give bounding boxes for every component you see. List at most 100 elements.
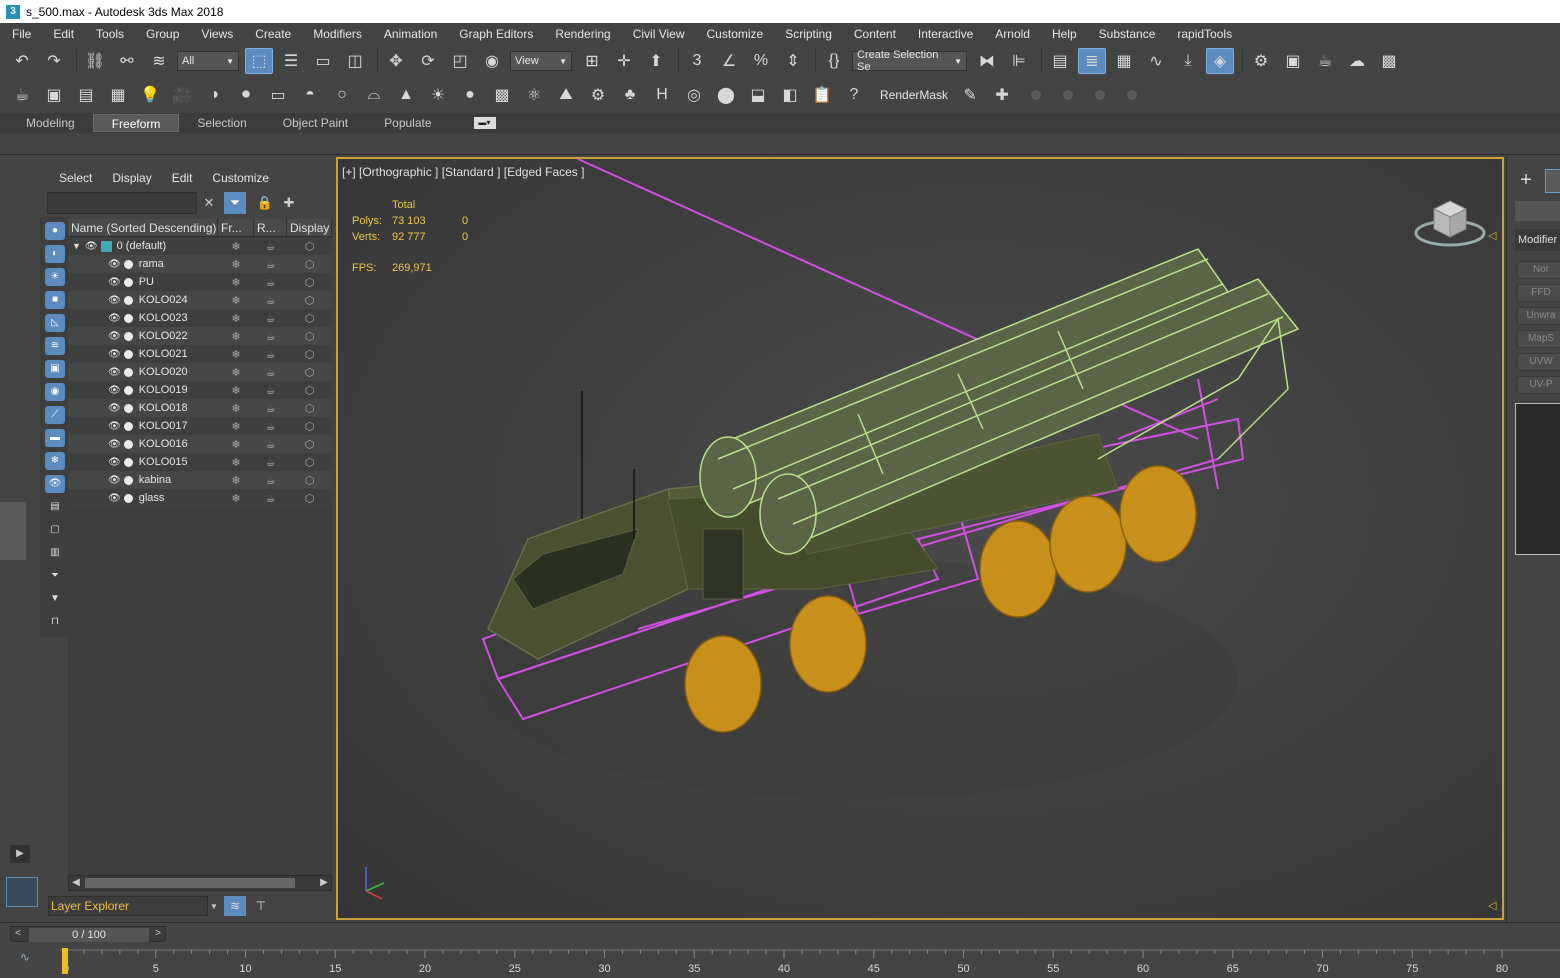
curve-editor-toggle-icon[interactable]: ∿ (20, 950, 30, 964)
eye-icon[interactable]: 👁 (108, 403, 121, 414)
previous-frame-icon[interactable]: < (11, 927, 25, 941)
display-box-icon[interactable]: ⬡ (287, 309, 332, 327)
film-icon[interactable]: ⏺ (232, 82, 260, 108)
display-box-icon[interactable]: ⬡ (287, 453, 332, 471)
shapes-filter-icon[interactable]: ◐ (45, 245, 65, 263)
hidden-filter-icon[interactable]: 👁 (45, 475, 65, 493)
render-teapot-icon[interactable]: ☕ (254, 399, 287, 417)
render-teapot-icon[interactable]: ☕ (254, 309, 287, 327)
tab-modeling[interactable]: Modeling (8, 114, 93, 132)
menu-graph-editors[interactable]: Graph Editors (448, 23, 544, 45)
filter-icon[interactable]: ⏷ (224, 192, 246, 214)
lights-filter-icon[interactable]: ☀ (45, 268, 65, 286)
camera-icon[interactable]: 🎥 (168, 82, 196, 108)
cone-icon[interactable]: ▲ (392, 82, 420, 108)
unlink-icon[interactable]: ⚯ (113, 48, 141, 74)
table-icon[interactable]: ▦ (104, 82, 132, 108)
eye-icon[interactable]: 👁 (85, 241, 98, 252)
rendered-frame-window-icon[interactable]: ▣ (1279, 48, 1307, 74)
display-box-icon[interactable]: ⬡ (287, 435, 332, 453)
object-row[interactable]: 👁 KOLO024 ❄ ☕ ⬡ (68, 291, 332, 309)
disc-icon[interactable]: ● (456, 82, 484, 108)
eye-icon[interactable]: 👁 (108, 457, 121, 468)
tab-object-paint[interactable]: Object Paint (265, 114, 366, 132)
cameras-filter-icon[interactable]: ■ (45, 291, 65, 309)
frozen-filter-icon[interactable]: ❄ (45, 452, 65, 470)
freeze-icon[interactable]: ❄ (218, 471, 254, 489)
placement-icon[interactable]: ◉ (478, 48, 506, 74)
freeze-icon[interactable]: ❄ (218, 237, 254, 255)
render-teapot-icon[interactable]: ☕ (254, 345, 287, 363)
xrefs-filter-icon[interactable]: ◉ (45, 383, 65, 401)
column-name[interactable]: Name (Sorted Descending) (68, 219, 218, 236)
shell-icon[interactable]: ◎ (680, 82, 708, 108)
align-icon[interactable]: ⊫ (1005, 48, 1033, 74)
container-icon[interactable]: ⊓ (45, 613, 65, 631)
collapsed-panel[interactable] (0, 502, 26, 560)
render-teapot-icon[interactable]: ☕ (254, 291, 287, 309)
eye-icon[interactable]: 👁 (108, 439, 121, 450)
eye-icon[interactable]: 👁 (108, 421, 121, 432)
render-teapot-icon[interactable]: ☕ (254, 237, 287, 255)
menu-file[interactable]: File (0, 23, 42, 45)
display-none-icon[interactable]: ▢ (45, 521, 65, 539)
object-row[interactable]: 👁 KOLO018 ❄ ☕ ⬡ (68, 399, 332, 417)
render-teapot-icon[interactable]: ☕ (254, 327, 287, 345)
explorer-type-dropdown[interactable]: Layer Explorer (48, 896, 208, 916)
object-row[interactable]: 👁 KOLO015 ❄ ☕ ⬡ (68, 453, 332, 471)
menu-rendering[interactable]: Rendering (544, 23, 621, 45)
sun-icon[interactable]: ☀ (424, 82, 452, 108)
list-icon[interactable]: ▤ (72, 82, 100, 108)
freeze-icon[interactable]: ❄ (218, 399, 254, 417)
menu-animation[interactable]: Animation (373, 23, 448, 45)
viewport-label[interactable]: [+] [Orthographic ] [Standard ] [Edged F… (342, 165, 584, 179)
object-row[interactable]: 👁 KOLO020 ❄ ☕ ⬡ (68, 363, 332, 381)
render-grid-icon[interactable]: ▩ (1375, 48, 1403, 74)
select-object-icon[interactable]: ⬚ (245, 48, 273, 74)
display-box-icon[interactable]: ⬡ (287, 327, 332, 345)
light-lister-icon[interactable]: 💡 (136, 82, 164, 108)
perspective-viewport[interactable]: [+] [Orthographic ] [Standard ] [Edged F… (336, 157, 1504, 920)
modifier-list-dropdown[interactable]: Modifier Li (1515, 229, 1560, 251)
time-slider-value[interactable]: 0 / 100 (29, 928, 149, 942)
render-icon[interactable]: ▣ (40, 82, 68, 108)
invert-display-icon[interactable]: ▥ (45, 544, 65, 562)
tab-selection[interactable]: Selection (179, 114, 264, 132)
snaps-toggle-icon[interactable]: 3 (683, 48, 711, 74)
viewport-thumbnail[interactable] (6, 877, 38, 907)
column-display[interactable]: Display a (287, 219, 332, 236)
menu-interactive[interactable]: Interactive (907, 23, 984, 45)
basket-icon[interactable]: ⌓ (360, 82, 388, 108)
sphere-icon[interactable]: ○ (328, 82, 356, 108)
hair-fur-icon[interactable]: H (648, 82, 676, 108)
explorer-search-input[interactable] (47, 192, 197, 214)
render-region-icon[interactable]: ⬓ (744, 82, 772, 108)
dot-icon[interactable] (1095, 90, 1106, 100)
bind-spacewarp-icon[interactable]: ≋ (145, 48, 173, 74)
eye-icon[interactable]: 👁 (108, 277, 121, 288)
ribbon-options-icon[interactable]: ▬▾ (473, 117, 496, 129)
scroll-right-icon[interactable]: ▶ (317, 876, 331, 890)
eye-icon[interactable]: 👁 (108, 259, 121, 270)
menu-help[interactable]: Help (1041, 23, 1088, 45)
object-row[interactable]: 👁 KOLO023 ❄ ☕ ⬡ (68, 309, 332, 327)
freeze-icon[interactable]: ❄ (218, 309, 254, 327)
spacewarps-filter-icon[interactable]: ≋ (45, 337, 65, 355)
object-row[interactable]: 👁 KOLO022 ❄ ☕ ⬡ (68, 327, 332, 345)
helpers-filter-icon[interactable]: ◺ (45, 314, 65, 332)
render-production-icon[interactable]: ☕ (1311, 48, 1339, 74)
display-box-icon[interactable]: ⬡ (287, 489, 332, 507)
modifier-button[interactable]: MapS (1517, 330, 1560, 348)
brush-icon[interactable]: ✎ (956, 82, 984, 108)
gear-icon[interactable]: ⚙ (584, 82, 612, 108)
select-by-name-icon[interactable]: ☰ (277, 48, 305, 74)
display-box-icon[interactable]: ⬡ (287, 471, 332, 489)
freeze-icon[interactable]: ❄ (218, 417, 254, 435)
object-row[interactable]: 👁 rama ❄ ☕ ⬡ (68, 255, 332, 273)
groups-filter-icon[interactable]: ▣ (45, 360, 65, 378)
object-row[interactable]: 👁 KOLO019 ❄ ☕ ⬡ (68, 381, 332, 399)
render-teapot-icon[interactable]: ☕ (254, 435, 287, 453)
modifier-stack[interactable] (1515, 403, 1560, 555)
menu-create[interactable]: Create (244, 23, 302, 45)
geometry-filter-icon[interactable]: ● (45, 222, 65, 240)
